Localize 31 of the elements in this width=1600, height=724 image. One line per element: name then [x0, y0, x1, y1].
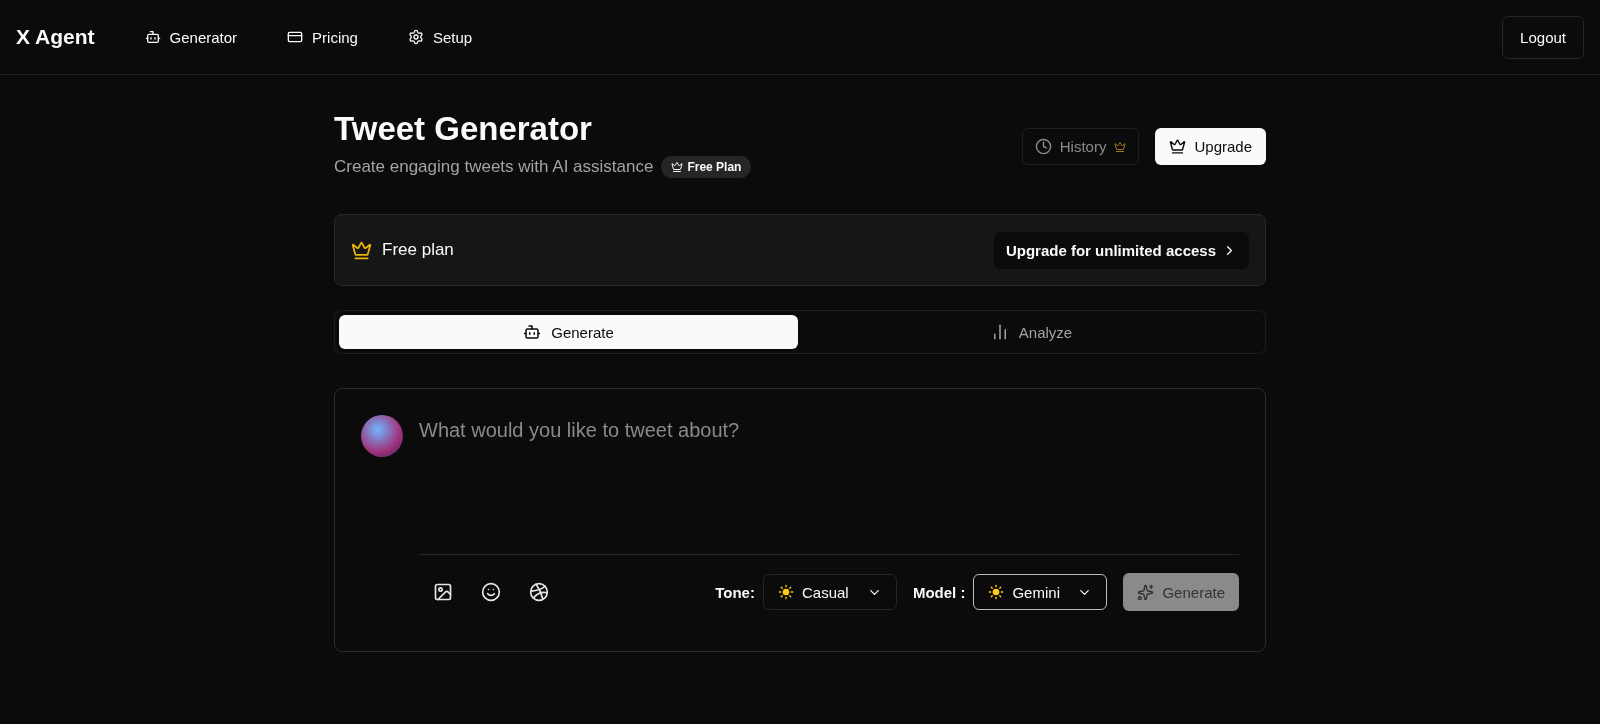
nav-link[interactable]: Generator	[144, 28, 238, 46]
robot-icon	[523, 323, 542, 341]
plan-label: Free plan	[382, 240, 454, 260]
model-select[interactable]: Gemini	[973, 574, 1108, 610]
nav-link[interactable]: Pricing	[287, 28, 358, 46]
crown-icon	[1169, 138, 1187, 155]
tone-label: Tone:	[715, 583, 755, 601]
logo[interactable]: X Agent	[16, 25, 95, 49]
model-label: Model :	[912, 583, 966, 601]
plan-badge: Free Plan	[661, 156, 752, 178]
page-title: Tweet Generator	[334, 110, 593, 148]
upgrade-button[interactable]: Upgrade	[1155, 128, 1266, 165]
nav-link[interactable]: Setup	[407, 28, 473, 46]
tab[interactable]: Analyze	[802, 315, 1261, 349]
upgrade-access-button[interactable]: Upgrade for unlimited access	[993, 231, 1249, 269]
tweet-input[interactable]: What would you like to tweet about?	[419, 415, 1239, 555]
clock-icon	[1034, 138, 1052, 155]
sparkles-icon	[1137, 583, 1155, 601]
tab[interactable]: Generate	[339, 315, 798, 349]
crown-icon	[351, 239, 372, 261]
page-subtitle: Create engaging tweets with AI assistance	[334, 157, 654, 177]
avatar	[361, 415, 403, 457]
sun-icon	[777, 584, 794, 600]
crown-icon	[1114, 140, 1127, 153]
sun-icon	[988, 584, 1005, 600]
tone-select[interactable]: Casual	[762, 574, 897, 610]
crown-icon	[671, 161, 684, 173]
credit-card-icon	[287, 29, 304, 45]
logout-button[interactable]: Logout	[1502, 15, 1584, 59]
robot-icon	[144, 29, 161, 45]
settings-icon	[407, 29, 424, 45]
